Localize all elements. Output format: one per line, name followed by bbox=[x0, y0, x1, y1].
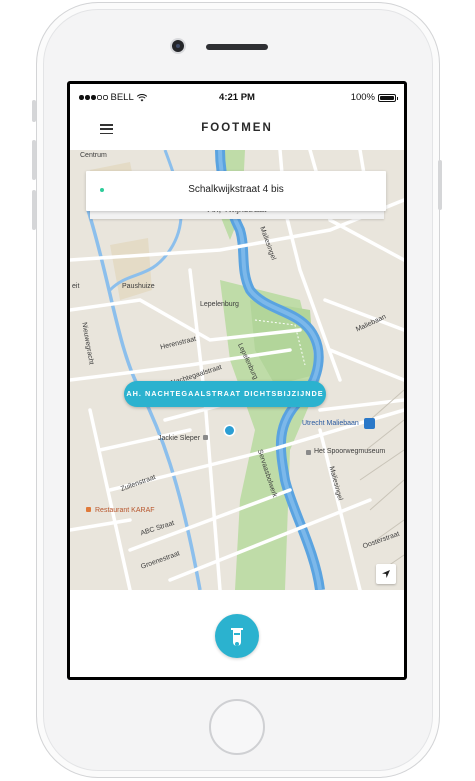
request-scooter-button[interactable] bbox=[215, 614, 259, 658]
power-button bbox=[438, 160, 442, 210]
poi-marker-jackie-sleper bbox=[203, 435, 208, 440]
scooter-icon bbox=[231, 628, 243, 646]
locate-me-button[interactable] bbox=[376, 564, 396, 584]
battery-icon bbox=[378, 93, 398, 102]
train-station-icon bbox=[364, 418, 375, 429]
app-screen: BELL 4:21 PM 100% FOOTMEN Centrum Paushu… bbox=[70, 84, 404, 677]
map-label-spoorwegmuseum: Het Spoorwegmuseum bbox=[314, 448, 386, 455]
origin-text: Schalkwijkstraat 4 bis bbox=[188, 184, 284, 195]
poi-marker-restaurant bbox=[86, 507, 91, 512]
map-view[interactable]: Centrum Paushuize Lepelenburg Herenstraa… bbox=[70, 150, 404, 590]
app-header: FOOTMEN bbox=[70, 110, 404, 150]
battery-status: 100% bbox=[350, 92, 398, 103]
map-label-restaurant-karaf: Restaurant KARAF bbox=[95, 507, 155, 514]
map-label-utrecht-maliebaan: Utrecht Maliebaan bbox=[302, 420, 359, 427]
poi-marker-museum bbox=[306, 450, 311, 455]
map-label-lepelenburg: Lepelenburg bbox=[200, 301, 239, 308]
volume-up-button bbox=[32, 140, 36, 180]
mute-switch bbox=[32, 100, 36, 122]
map-label-paushuize: Paushuize bbox=[122, 283, 155, 290]
battery-percent: 100% bbox=[350, 92, 375, 103]
earpiece bbox=[206, 44, 268, 50]
pickup-location-button[interactable]: AH. NACHTEGAALSTRAAT DICHTSBIJZIJNDE bbox=[124, 381, 326, 407]
status-bar: BELL 4:21 PM 100% bbox=[70, 84, 404, 110]
volume-down-button bbox=[32, 190, 36, 230]
map-label-jackie-sleper: Jackie Sleper bbox=[158, 435, 201, 442]
map-label-eit: eit bbox=[72, 283, 80, 290]
home-button[interactable] bbox=[209, 699, 265, 755]
bottom-bar bbox=[70, 590, 404, 677]
origin-field[interactable]: Schalkwijkstraat 4 bis bbox=[86, 171, 386, 211]
app-title: FOOTMEN bbox=[201, 122, 273, 134]
navigation-arrow-icon bbox=[382, 570, 390, 578]
map-label-centrum: Centrum bbox=[80, 152, 107, 159]
current-location-marker bbox=[225, 426, 234, 435]
front-camera bbox=[172, 40, 184, 52]
